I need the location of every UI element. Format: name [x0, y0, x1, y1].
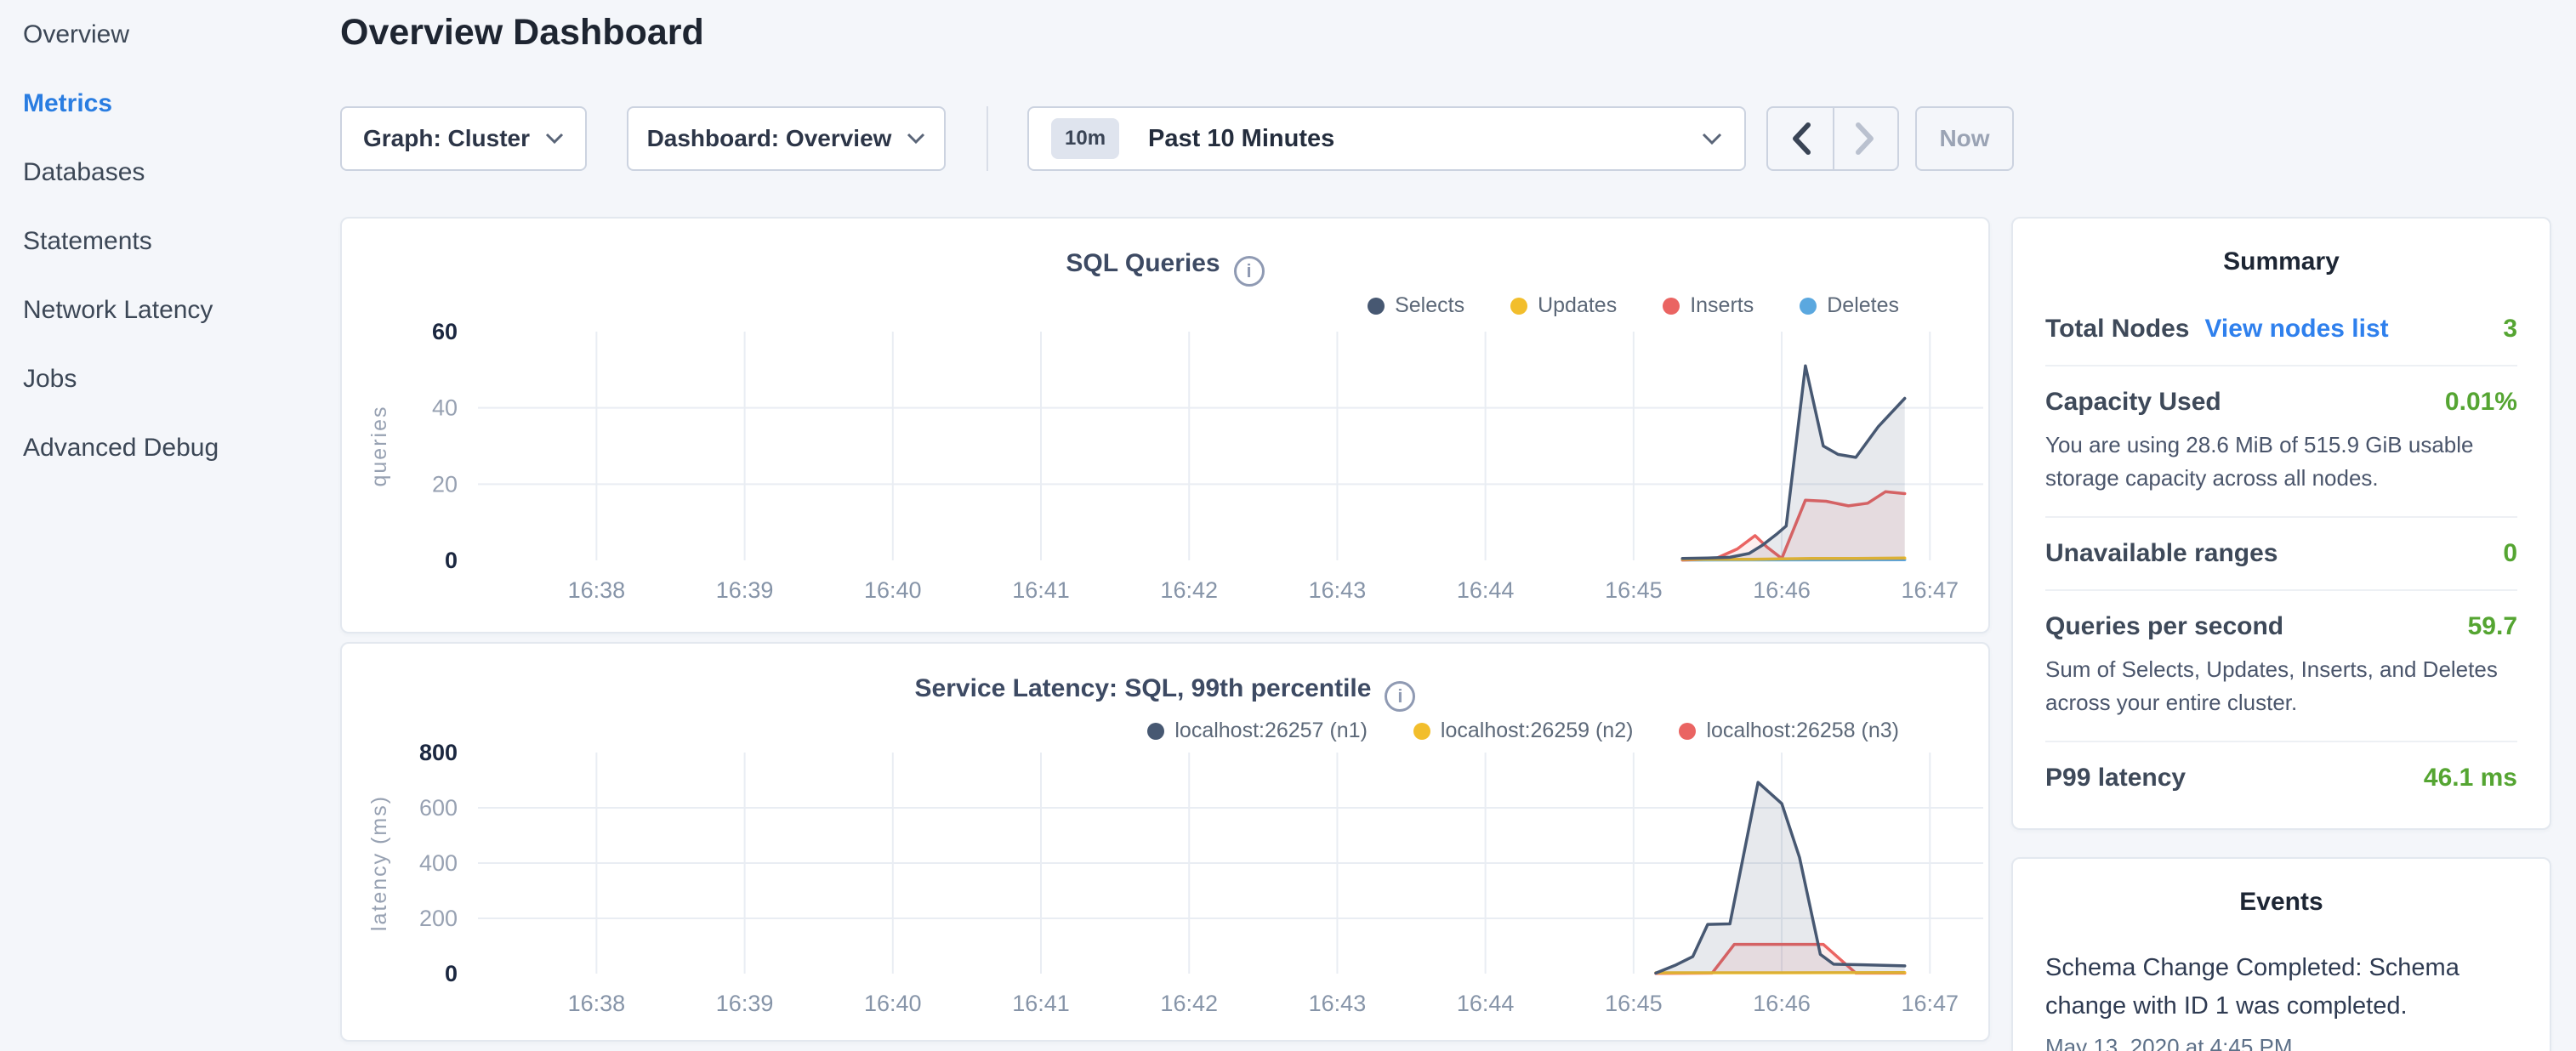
svg-text:40: 40	[432, 395, 458, 421]
service-latency-plot[interactable]: 16:38 16:39 16:40 16:41 16:42 16:43 16:44 16:45…	[342, 644, 1988, 1040]
svg-text:800: 800	[419, 740, 458, 765]
summary-row-unavailable-ranges: Unavailable ranges 0	[2045, 518, 2517, 591]
summary-row-p99-latency: P99 latency 46.1 ms	[2045, 742, 2517, 814]
chevron-down-icon	[907, 133, 925, 145]
svg-text:0: 0	[445, 961, 458, 986]
sidebar-item-network-latency[interactable]: Network Latency	[0, 276, 340, 344]
sidebar-item-databases[interactable]: Databases	[0, 138, 340, 207]
summary-label: Capacity Used	[2045, 388, 2221, 417]
chevron-right-icon	[1855, 121, 1877, 156]
event-text: Schema Change Completed: Schema change w…	[2045, 949, 2517, 1025]
summary-row-capacity-used: Capacity Used 0.01% You are using 28.6 M…	[2045, 366, 2517, 518]
time-window-badge: 10m	[1051, 118, 1119, 159]
svg-text:latency (ms): latency (ms)	[367, 795, 391, 931]
event-list-item[interactable]: Schema Change Completed: Schema change w…	[2045, 949, 2517, 1051]
svg-text:16:45: 16:45	[1605, 991, 1663, 1016]
chevron-left-icon	[1789, 121, 1811, 156]
summary-value: 59.7	[2468, 612, 2517, 641]
summary-label: Unavailable ranges	[2045, 539, 2277, 568]
controls-divider	[987, 106, 988, 171]
svg-text:0: 0	[445, 548, 458, 573]
svg-text:16:42: 16:42	[1160, 577, 1218, 603]
summary-panel: Summary Total Nodes View nodes list 3 Ca…	[2011, 217, 2551, 830]
events-title: Events	[2045, 888, 2517, 917]
svg-text:16:43: 16:43	[1309, 991, 1367, 1016]
app-screen: Overview Metrics Databases Statements Ne…	[0, 0, 2576, 1051]
sidebar-item-overview[interactable]: Overview	[0, 0, 340, 69]
svg-text:16:45: 16:45	[1605, 577, 1663, 603]
dashboard-dropdown[interactable]: Dashboard: Overview	[627, 106, 946, 171]
chevron-down-icon	[545, 133, 564, 145]
time-nav-group	[1766, 106, 1899, 171]
svg-text:16:40: 16:40	[864, 991, 922, 1016]
sidebar-item-advanced-debug[interactable]: Advanced Debug	[0, 413, 340, 482]
svg-text:16:39: 16:39	[716, 577, 774, 603]
now-button[interactable]: Now	[1915, 106, 2014, 171]
sql-queries-chart-card: SQL Queriesi SelectsUpdatesInsertsDelete…	[340, 217, 1990, 633]
svg-text:16:38: 16:38	[568, 991, 626, 1016]
chevron-down-icon	[1702, 133, 1722, 145]
summary-desc: Sum of Selects, Updates, Inserts, and De…	[2045, 653, 2517, 719]
svg-text:200: 200	[419, 906, 458, 931]
svg-text:16:40: 16:40	[864, 577, 922, 603]
sidebar: Overview Metrics Databases Statements Ne…	[0, 0, 340, 1051]
svg-text:16:41: 16:41	[1012, 991, 1070, 1016]
graph-dropdown-label: Graph: Cluster	[363, 125, 530, 152]
page-title: Overview Dashboard	[340, 12, 704, 54]
dashboard-dropdown-label: Dashboard: Overview	[647, 125, 892, 152]
summary-label: Total Nodes	[2045, 315, 2189, 344]
summary-value: 3	[2503, 315, 2517, 344]
time-next-button[interactable]	[1833, 108, 1897, 169]
svg-text:16:42: 16:42	[1160, 991, 1218, 1016]
svg-text:queries: queries	[367, 406, 391, 487]
summary-value: 0	[2503, 539, 2517, 568]
sidebar-item-statements[interactable]: Statements	[0, 207, 340, 276]
summary-label: Queries per second	[2045, 612, 2283, 641]
svg-text:16:47: 16:47	[1901, 991, 1959, 1016]
controls-bar: Graph: Cluster Dashboard: Overview 10m P…	[340, 106, 2014, 171]
events-panel: Events Schema Change Completed: Schema c…	[2011, 857, 2551, 1051]
sidebar-item-metrics[interactable]: Metrics	[0, 69, 340, 138]
summary-value: 0.01%	[2445, 388, 2517, 417]
summary-row-queries-per-second: Queries per second 59.7 Sum of Selects, …	[2045, 591, 2517, 742]
svg-text:16:41: 16:41	[1012, 577, 1070, 603]
svg-text:16:46: 16:46	[1753, 577, 1811, 603]
svg-text:16:47: 16:47	[1901, 577, 1959, 603]
summary-title: Summary	[2045, 247, 2517, 276]
service-latency-chart-card: Service Latency: SQL, 99th percentilei l…	[340, 642, 1990, 1042]
time-window-label: Past 10 Minutes	[1148, 125, 1334, 153]
summary-value: 46.1 ms	[2424, 764, 2517, 793]
time-prev-button[interactable]	[1768, 108, 1833, 169]
view-nodes-list-link[interactable]: View nodes list	[2204, 315, 2388, 344]
summary-row-total-nodes: Total Nodes View nodes list 3	[2045, 293, 2517, 366]
svg-text:16:44: 16:44	[1457, 577, 1515, 603]
svg-text:16:44: 16:44	[1457, 991, 1515, 1016]
svg-text:600: 600	[419, 795, 458, 821]
svg-text:60: 60	[432, 319, 458, 344]
event-timestamp: May 13, 2020 at 4:45 PM	[2045, 1034, 2517, 1051]
sql-queries-plot[interactable]: 16:38 16:39 16:40 16:41 16:42 16:43 16:44 16:45…	[342, 219, 1988, 632]
svg-text:16:46: 16:46	[1753, 991, 1811, 1016]
svg-text:16:39: 16:39	[716, 991, 774, 1016]
graph-dropdown[interactable]: Graph: Cluster	[340, 106, 587, 171]
svg-text:400: 400	[419, 850, 458, 876]
svg-text:16:38: 16:38	[568, 577, 626, 603]
summary-label: P99 latency	[2045, 764, 2186, 793]
sidebar-item-jobs[interactable]: Jobs	[0, 344, 340, 413]
svg-text:16:43: 16:43	[1309, 577, 1367, 603]
svg-text:20: 20	[432, 471, 458, 497]
time-range-dropdown[interactable]: 10m Past 10 Minutes	[1027, 106, 1746, 171]
summary-desc: You are using 28.6 MiB of 515.9 GiB usab…	[2045, 429, 2517, 495]
